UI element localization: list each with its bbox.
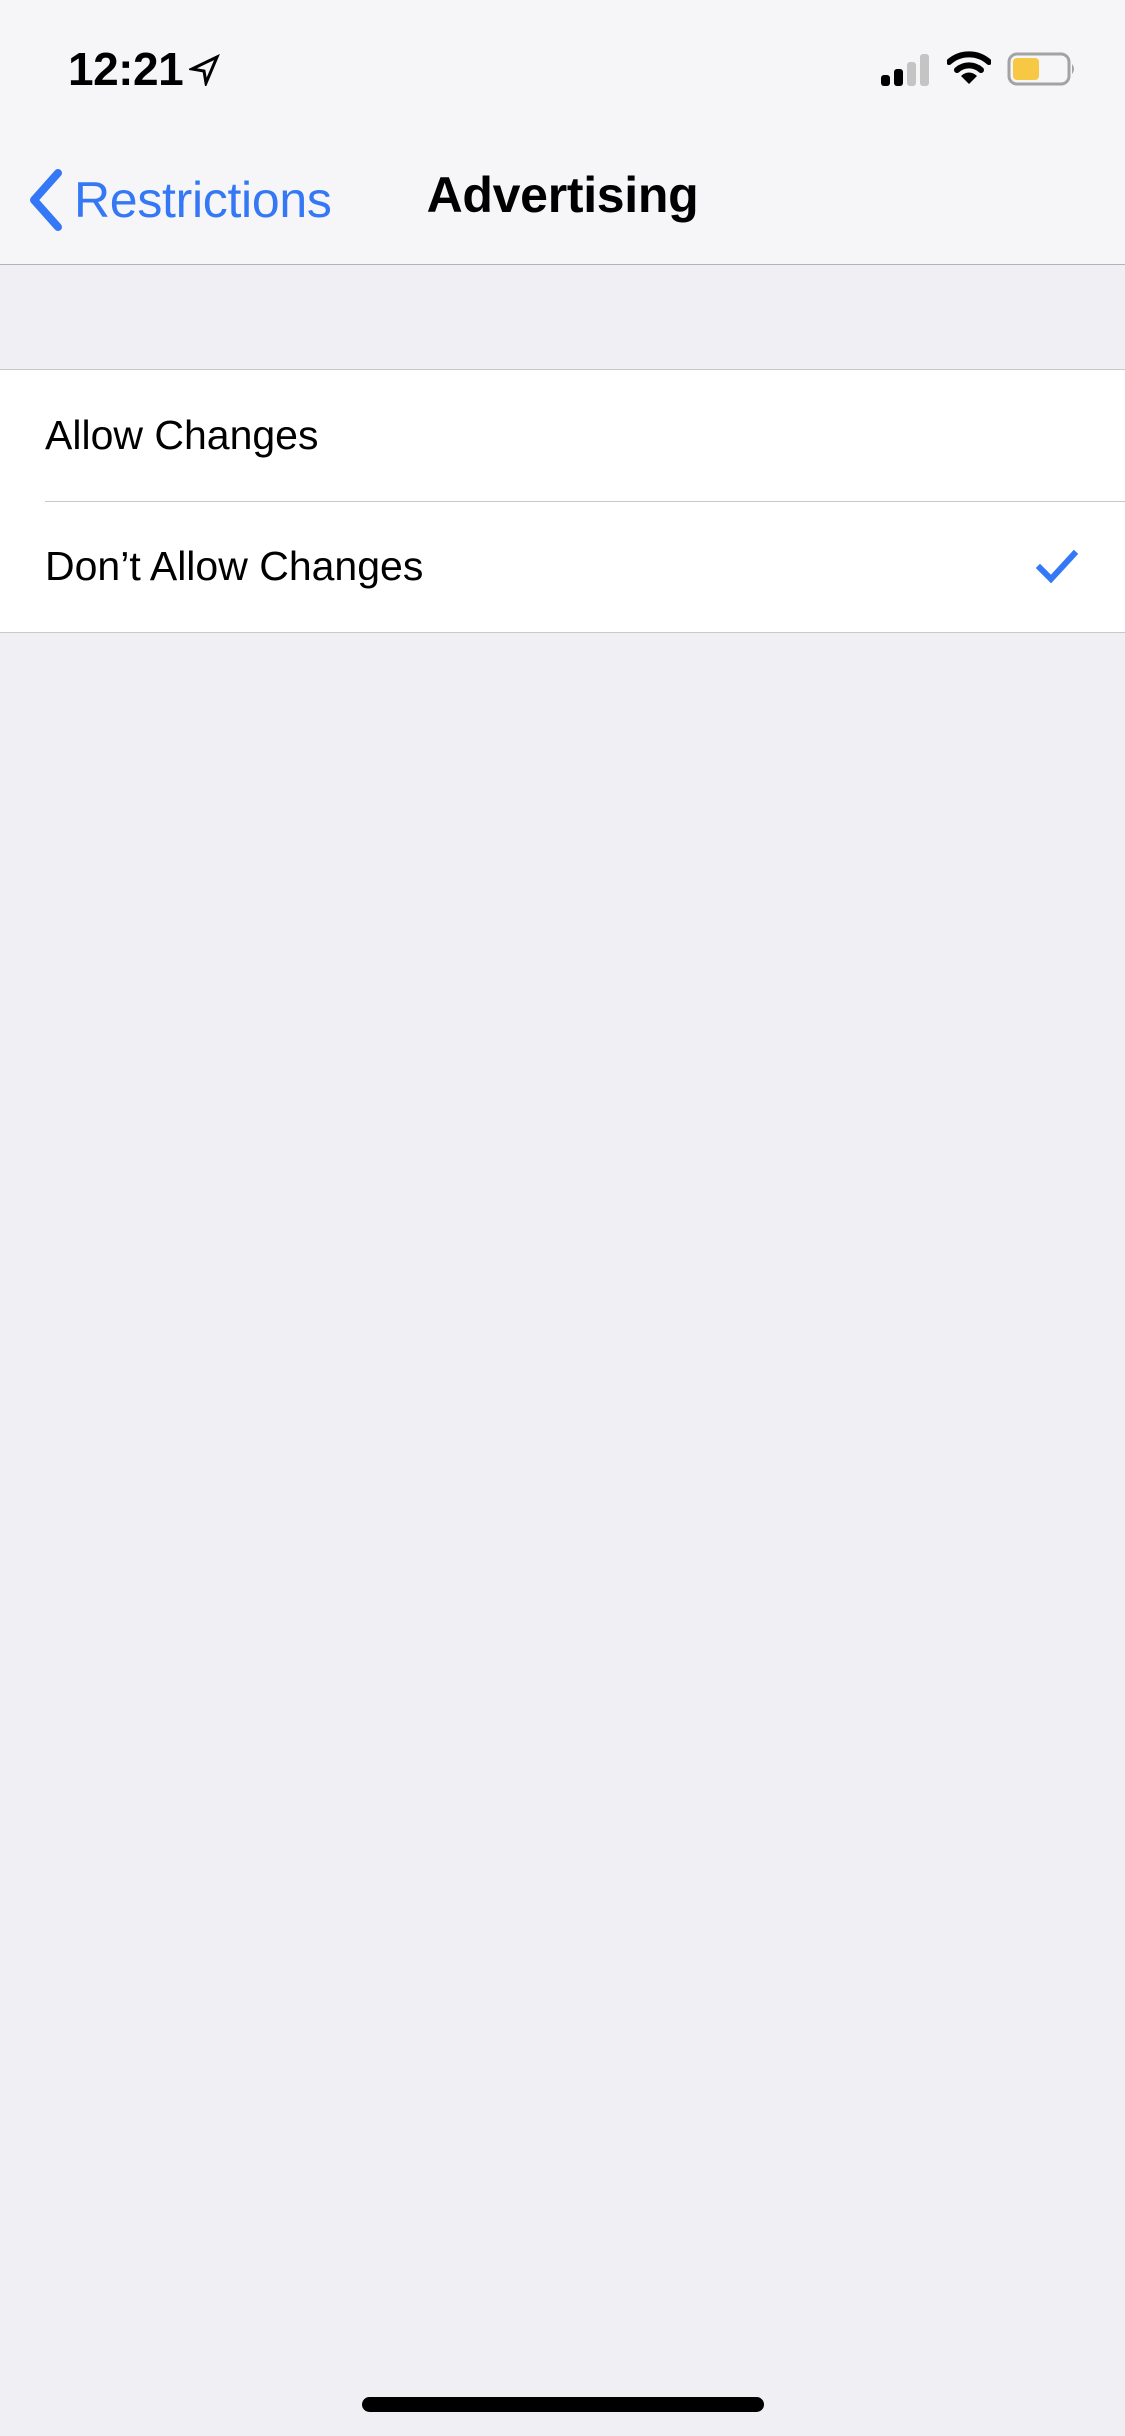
wifi-icon (947, 51, 991, 84)
cellular-signal-icon (881, 54, 929, 86)
option-allow-changes[interactable]: Allow Changes (0, 370, 1125, 501)
navigation-bar: 12:21 Restrictions Advertising (0, 0, 1125, 265)
home-indicator[interactable] (362, 2397, 764, 2412)
status-time: 12:21 (68, 43, 184, 95)
signal-bar-4 (920, 54, 929, 86)
signal-bar-2 (894, 69, 903, 86)
options-list: Allow Changes Don’t Allow Changes (0, 369, 1125, 633)
signal-bar-1 (881, 75, 890, 86)
checkmark-icon (1036, 549, 1078, 583)
option-label: Don’t Allow Changes (45, 543, 424, 589)
page-title: Advertising (426, 167, 699, 223)
battery-icon (1007, 52, 1074, 86)
option-label: Allow Changes (45, 412, 319, 458)
battery-fill (1013, 58, 1039, 80)
signal-bar-3 (907, 62, 916, 86)
option-dont-allow-changes[interactable]: Don’t Allow Changes (0, 501, 1125, 632)
location-arrow-icon (189, 54, 220, 86)
